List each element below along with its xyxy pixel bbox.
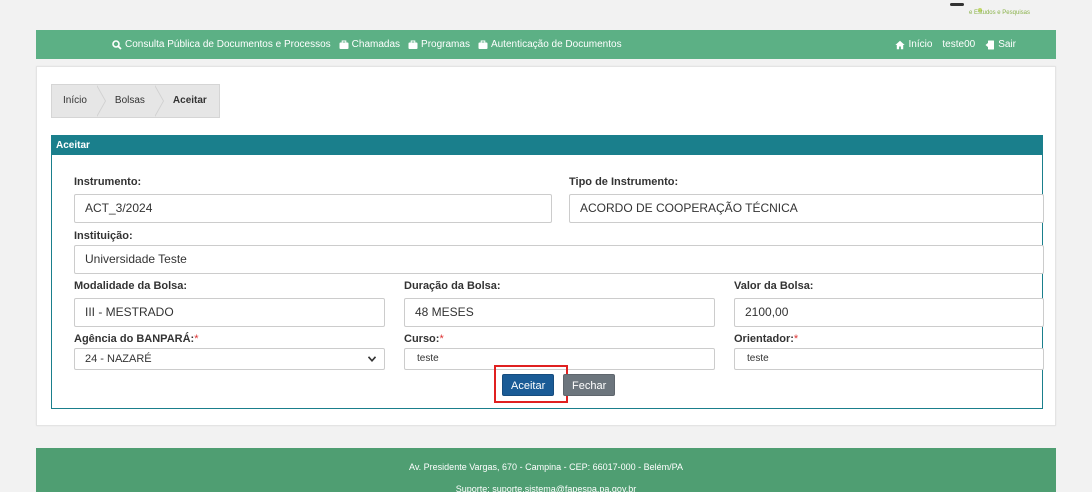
breadcrumb: Início Bolsas Aceitar [51,84,220,118]
agencia-label-text: Agência do BANPARÁ: [74,333,195,345]
close-button[interactable]: Fechar [563,374,616,396]
breadcrumb-aceitar: Aceitar [154,85,219,117]
duracao-label: Duração da Bolsa: [404,280,501,292]
nav-autenticacao[interactable]: Autenticação de Documentos [478,39,622,50]
breadcrumb-inicio[interactable]: Início [52,85,106,117]
nav-user[interactable]: teste00 [942,39,975,50]
curso-label-text: Curso: [404,333,440,345]
search-icon [112,39,122,50]
home-icon [895,40,906,49]
agencia-selected-value: 24 - NAZARÉ [85,353,152,365]
nav-chamadas-label: Chamadas [351,39,401,50]
footer-address: Av. Presidente Vargas, 670 - Campina - C… [409,462,683,472]
agencia-label: Agência do BANPARÁ:* [74,333,198,345]
instituicao-label: Instituição: [74,230,133,242]
nav-consulta-label: Consulta Pública de Documentos e Process… [125,39,331,50]
accept-panel: Aceitar Instrumento: ACT_3/2024 Tipo de … [51,135,1044,409]
chevron-down-icon [368,356,376,362]
nav-left: Consulta Pública de Documentos e Process… [112,30,622,59]
orientador-required-mark: * [793,333,799,345]
instituicao-field[interactable]: Universidade Teste [74,245,1044,274]
orientador-field[interactable]: teste [734,348,1044,370]
briefcase-icon [408,40,418,49]
nav-right: Início teste00 Sair [895,30,1016,59]
modalidade-label: Modalidade da Bolsa: [74,280,188,292]
panel-title: Aceitar [52,136,1042,155]
nav-chamadas[interactable]: Chamadas [339,39,400,50]
tipo-instrumento-label: Tipo de Instrumento: [569,176,679,188]
orientador-label: Orientador:* [734,333,798,345]
accept-button[interactable]: Aceitar [502,374,555,396]
footer: Av. Presidente Vargas, 670 - Campina - C… [36,448,1056,492]
nav-sair[interactable]: Sair [985,39,1016,50]
main-content: Início Bolsas Aceitar Aceitar Instrument… [36,66,1056,426]
logo-text: e Estudos e Pesquisas [968,10,1030,16]
orientador-label-text: Orientador: [734,333,794,345]
nav-autenticacao-label: Autenticação de Documentos [490,39,622,50]
nav-inicio[interactable]: Início [895,39,932,50]
nav-user-label: teste00 [942,39,976,50]
nav-inicio-label: Início [908,39,933,50]
agencia-required-mark: * [194,333,199,345]
nav-sair-label: Sair [998,39,1016,50]
agencia-select[interactable]: 24 - NAZARÉ [74,348,385,370]
briefcase-icon [339,40,349,49]
valor-field[interactable]: 2100,00 [734,298,1044,327]
top-header: e Estudos e Pesquisas [0,0,1092,30]
instrumento-field[interactable]: ACT_3/2024 [74,194,552,223]
modalidade-field[interactable]: III - MESTRADO [74,298,385,327]
tipo-instrumento-field[interactable]: ACORDO DE COOPERAÇÃO TÉCNICA [569,194,1044,223]
footer-support: Suporte: suporte.sistema@fapespa.pa.gov.… [455,484,637,492]
nav-consulta-publica[interactable]: Consulta Pública de Documentos e Process… [112,39,331,50]
nav-programas[interactable]: Programas [408,39,470,50]
valor-label: Valor da Bolsa: [734,280,814,292]
logo-mark [950,3,964,6]
logout-icon [985,40,995,49]
nav-programas-label: Programas [421,39,470,50]
curso-required-mark: * [439,333,444,345]
curso-label: Curso:* [404,333,444,345]
briefcase-icon [478,40,488,49]
instrumento-label: Instrumento: [74,176,142,188]
top-navbar: Consulta Pública de Documentos e Process… [36,30,1056,59]
duracao-field[interactable]: 48 MESES [404,298,715,327]
